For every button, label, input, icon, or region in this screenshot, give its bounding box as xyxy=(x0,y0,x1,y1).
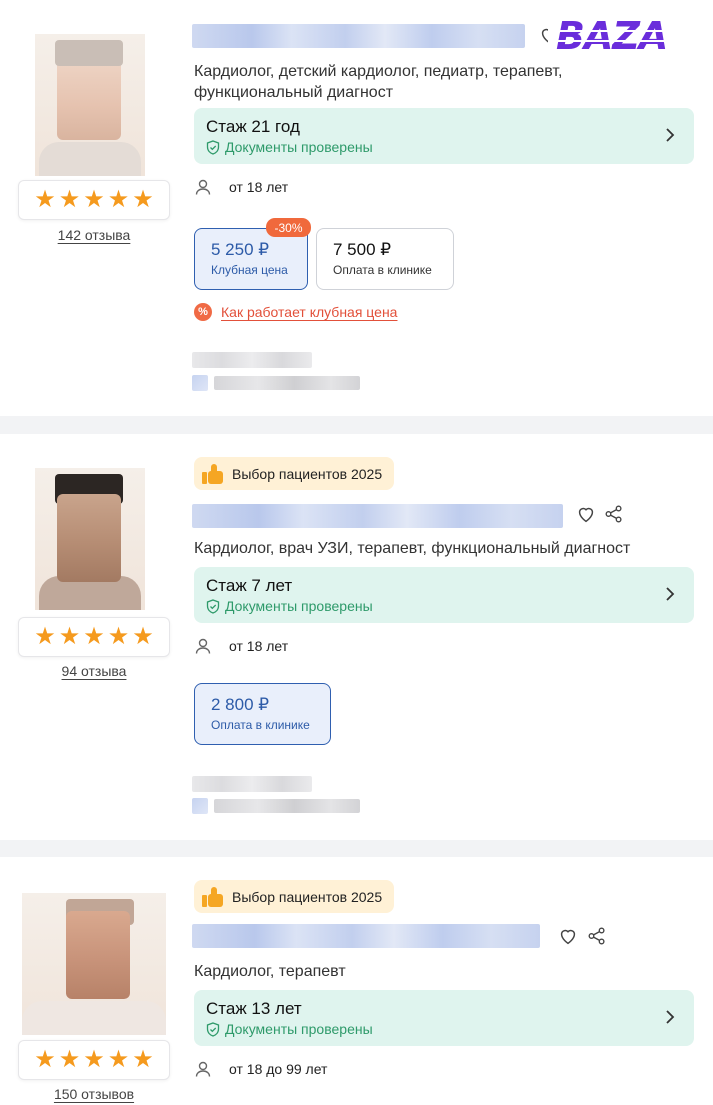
star-icon: ★ xyxy=(107,186,130,213)
chevron-right-icon[interactable] xyxy=(662,1006,678,1028)
badge-label: Выбор пациентов 2025 xyxy=(232,888,383,905)
thumbs-up-icon xyxy=(202,886,224,908)
verified-status: Документы проверены xyxy=(206,598,373,614)
doctor-card-2: ★ ★ ★ ★ ★ 94 отзыва Выбор пациентов 2025… xyxy=(0,434,713,840)
club-link-label: Как работает клубная цена xyxy=(221,304,398,320)
rating-stars: ★ ★ ★ ★ ★ xyxy=(18,180,170,220)
experience-title: Стаж 21 год xyxy=(206,117,300,136)
price-amount: 2 800 ₽ xyxy=(211,695,270,714)
doctor-photo[interactable] xyxy=(22,893,166,1035)
star-icon: ★ xyxy=(107,623,130,650)
doctor-name-redacted[interactable] xyxy=(192,24,525,48)
rating-stars: ★ ★ ★ ★ ★ xyxy=(18,617,170,657)
price-amount: 7 500 ₽ xyxy=(333,240,392,259)
age-range: от 18 лет xyxy=(194,637,288,655)
verified-status: Документы проверены xyxy=(206,139,373,155)
price-label: Оплата в клинике xyxy=(211,718,310,732)
share-icon[interactable] xyxy=(586,925,608,947)
patients-choice-badge: Выбор пациентов 2025 xyxy=(194,880,395,913)
age-range-label: от 18 лет xyxy=(229,179,289,195)
verified-label: Документы проверены xyxy=(225,139,373,155)
user-icon xyxy=(195,179,211,195)
price-label: Клубная цена xyxy=(211,263,288,277)
experience-panel[interactable]: Стаж 7 лет Документы проверены xyxy=(194,567,694,623)
rating-stars: ★ ★ ★ ★ ★ xyxy=(18,1040,170,1080)
metro-icon xyxy=(192,798,208,814)
specialties: Кардиолог, детский кардиолог, педиатр, т… xyxy=(194,63,563,101)
experience-panel[interactable]: Стаж 21 год Документы проверены xyxy=(194,108,694,164)
clinic-name-redacted[interactable] xyxy=(192,776,312,792)
thumbs-up-icon xyxy=(202,463,224,485)
age-range-label: от 18 лет xyxy=(229,638,289,654)
clinic-name-redacted[interactable] xyxy=(192,352,312,368)
doctor-card-1: ★ ★ ★ ★ ★ 142 отзыва BAZA Кардиолог, дет… xyxy=(0,0,713,416)
baza-watermark: BAZA xyxy=(548,14,698,60)
star-icon: ★ xyxy=(58,623,81,650)
star-icon: ★ xyxy=(34,186,56,213)
badge-label: Выбор пациентов 2025 xyxy=(232,465,383,482)
experience-title: Стаж 13 лет xyxy=(206,999,302,1018)
doctor-card-3: ★ ★ ★ ★ ★ 150 отзывов Выбор пациентов 20… xyxy=(0,857,713,1105)
heart-icon[interactable] xyxy=(575,503,597,525)
star-icon: ★ xyxy=(34,623,56,650)
heart-icon[interactable] xyxy=(557,925,579,947)
verified-label: Документы проверены xyxy=(225,1021,373,1037)
share-icon[interactable] xyxy=(603,503,625,525)
star-icon: ★ xyxy=(83,1046,105,1073)
clinic-address-redacted xyxy=(192,798,360,814)
user-icon xyxy=(195,638,211,654)
doctor-name-redacted[interactable] xyxy=(192,924,540,948)
age-range-label: от 18 до 99 лет xyxy=(229,1061,328,1077)
chevron-right-icon[interactable] xyxy=(662,583,678,605)
clinic-price-option[interactable]: 2 800 ₽ Оплата в клинике xyxy=(194,683,331,745)
star-icon: ★ xyxy=(132,1046,154,1073)
doctor-photo[interactable] xyxy=(35,468,145,610)
shield-check-icon xyxy=(206,139,220,155)
doctor-photo[interactable] xyxy=(35,34,145,176)
watermark-text: BAZA xyxy=(556,14,668,58)
star-icon: ★ xyxy=(58,186,81,213)
club-price-info-link[interactable]: % Как работает клубная цена xyxy=(194,303,397,321)
clinic-price-option[interactable]: 7 500 ₽ Оплата в клинике xyxy=(316,228,454,290)
experience-title: Стаж 7 лет xyxy=(206,576,293,595)
shield-check-icon xyxy=(206,1021,220,1037)
specialties: Кардиолог, врач УЗИ, терапевт, функциона… xyxy=(194,540,631,557)
star-icon: ★ xyxy=(132,623,154,650)
shield-check-icon xyxy=(206,598,220,614)
star-icon: ★ xyxy=(58,1046,81,1073)
price-label: Оплата в клинике xyxy=(333,263,432,277)
experience-panel[interactable]: Стаж 13 лет Документы проверены xyxy=(194,990,694,1046)
reviews-link[interactable]: 142 отзыва xyxy=(18,227,170,243)
star-icon: ★ xyxy=(132,186,154,213)
verified-label: Документы проверены xyxy=(225,598,373,614)
specialties: Кардиолог, терапевт xyxy=(194,963,346,980)
price-amount: 5 250 ₽ xyxy=(211,240,270,259)
chevron-right-icon[interactable] xyxy=(662,124,678,146)
star-icon: ★ xyxy=(34,1046,56,1073)
club-price-option[interactable]: 5 250 ₽ Клубная цена xyxy=(194,228,308,290)
star-icon: ★ xyxy=(107,1046,130,1073)
discount-badge: -30% xyxy=(266,218,311,237)
metro-icon xyxy=(192,375,208,391)
percent-icon: % xyxy=(194,303,212,321)
verified-status: Документы проверены xyxy=(206,1021,373,1037)
star-icon: ★ xyxy=(83,186,105,213)
age-range: от 18 до 99 лет xyxy=(194,1060,327,1078)
reviews-link[interactable]: 150 отзывов xyxy=(18,1086,170,1102)
clinic-address-redacted xyxy=(192,375,360,391)
patients-choice-badge: Выбор пациентов 2025 xyxy=(194,457,395,490)
age-range: от 18 лет xyxy=(194,178,288,196)
star-icon: ★ xyxy=(83,623,105,650)
reviews-link[interactable]: 94 отзыва xyxy=(18,663,170,679)
user-icon xyxy=(195,1061,211,1077)
doctor-name-redacted[interactable] xyxy=(192,504,563,528)
